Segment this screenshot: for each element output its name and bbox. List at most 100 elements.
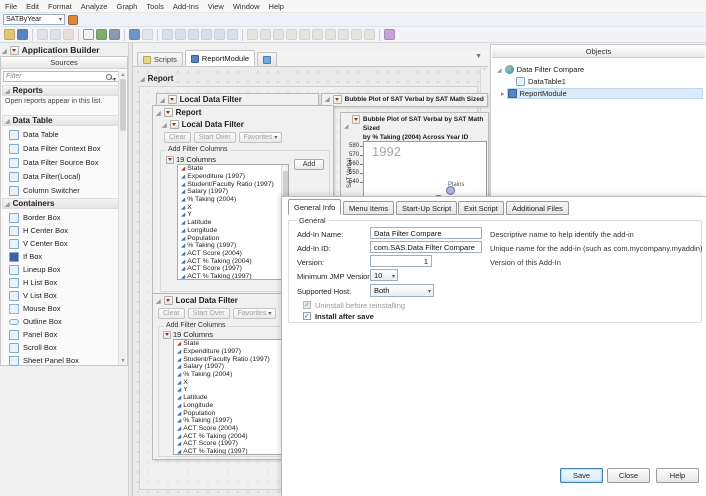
red-triangle-menu-icon[interactable] [352,115,360,124]
sidebar-item-data-table[interactable]: Data Table [9,128,119,141]
start-over-button[interactable]: Start Over [188,308,230,319]
tab-report-module[interactable]: ReportModule [185,50,255,66]
disclosure-icon[interactable] [325,96,330,103]
list-item[interactable]: Student/Faculty Ratio (1997) [178,180,288,188]
list-item[interactable]: Student/Faculty Ratio (1997) [174,355,292,363]
sidebar-item-outline-box[interactable]: Outline Box [9,315,119,328]
help-tool-icon[interactable] [384,29,395,40]
add-button[interactable]: Add [294,159,324,170]
list-item[interactable]: ACT Score (2004) [178,250,288,258]
tree-item-report-module[interactable]: ReportModule [501,88,567,99]
scroll-up-icon[interactable]: ▲ [120,72,126,78]
list-item[interactable]: Salary (1997) [178,188,288,196]
menu-file[interactable]: File [5,2,17,11]
addin-id-field[interactable]: com.SAS.Data Filter Compare [370,241,482,253]
preferences-icon[interactable] [109,29,120,40]
help-button[interactable]: Help [656,468,699,483]
red-triangle-menu-icon[interactable] [333,95,342,104]
sidebar-item-panel-box[interactable]: Panel Box [9,328,119,341]
section-containers[interactable]: Containers [2,198,119,209]
clear-button[interactable]: Clear [158,308,185,319]
bubble-plains[interactable] [446,186,455,195]
install-after-save-checkbox[interactable] [303,312,311,320]
disclosure-icon[interactable] [5,86,10,95]
disclosure-icon[interactable] [5,199,10,208]
section-data-table[interactable]: Data Table [2,115,119,126]
list-item[interactable]: ACT % Taking (2004) [178,257,288,265]
menu-graph[interactable]: Graph [116,2,137,11]
red-triangle-menu-icon[interactable] [170,120,179,129]
tab-scripts[interactable]: Scripts [137,52,183,66]
disclosure-icon[interactable] [160,95,165,104]
script-selector-combo[interactable]: SATByYear [3,14,65,25]
list-item[interactable]: ACT Score (1997) [178,265,288,273]
red-triangle-menu-icon[interactable] [164,108,173,117]
list-item[interactable]: Y [174,386,292,394]
local-data-filter-window[interactable]: Local Data Filter Clear Start Over Favor… [152,293,300,460]
tree-item-datatable1[interactable]: DataTable1 [516,76,566,87]
menu-format[interactable]: Format [48,2,72,11]
list-item[interactable]: Latitude [174,394,292,402]
menu-view[interactable]: View [208,2,224,11]
start-over-button[interactable]: Start Over [194,132,236,143]
tab-general-info[interactable]: General Info [288,199,341,215]
disclosure-icon[interactable] [2,45,7,55]
list-item[interactable]: % Taking (2004) [178,196,288,204]
menu-window[interactable]: Window [233,2,260,11]
disclosure-icon[interactable] [162,120,167,129]
sidebar-item-border-box[interactable]: Border Box [9,211,119,224]
sidebar-item-v-list-box[interactable]: V List Box [9,289,119,302]
version-field[interactable]: 1 [370,255,432,267]
tab-menu-items[interactable]: Menu Items [343,201,394,215]
save-icon[interactable] [17,29,28,40]
tab-start-up-script[interactable]: Start-Up Script [396,201,457,215]
list-item[interactable]: ACT Score (1997) [174,440,292,448]
sidebar-item-v-center-box[interactable]: V Center Box [9,237,119,250]
list-item[interactable]: Salary (1997) [174,363,292,371]
close-button[interactable]: Close [607,468,650,483]
sidebar-item-data-filter-context-box[interactable]: Data Filter Context Box [9,142,119,155]
save-button[interactable]: Save [560,468,603,483]
tab-additional-files[interactable]: Additional Files [506,201,569,215]
red-triangle-menu-icon[interactable] [10,46,19,55]
list-item[interactable]: % Taking (2004) [174,371,292,379]
auto-hide-pin-icon[interactable]: ▼ [475,53,482,60]
list-item[interactable]: State [174,340,292,348]
objects-panel-header[interactable]: Objects [492,46,705,58]
tab-new-module[interactable] [257,52,277,66]
favorites-button[interactable]: Favorites [239,132,283,143]
sidebar-item-column-switcher[interactable]: Column Switcher [9,184,119,197]
sidebar-item-if-box[interactable]: If Box [9,250,119,263]
list-item[interactable]: Population [178,234,288,242]
list-item[interactable]: Population [174,409,292,417]
list-item[interactable]: Longitude [178,227,288,235]
tree-item-data-filter-compare[interactable]: Data Filter Compare [497,64,584,75]
red-triangle-menu-icon[interactable] [166,156,174,164]
menu-edit[interactable]: Edit [26,2,39,11]
list-item[interactable]: X [174,378,292,386]
sources-panel-header[interactable]: Sources [1,57,127,69]
red-triangle-menu-icon[interactable] [168,95,177,104]
expand-icon[interactable] [501,89,505,98]
run-addin-icon[interactable] [68,15,78,25]
disclosure-icon[interactable] [5,116,10,125]
min-jmp-version-combo[interactable]: 10 [370,269,398,281]
disclosure-icon[interactable] [140,74,145,83]
list-item[interactable]: Expenditure (1997) [174,348,292,356]
supported-host-combo[interactable]: Both [370,284,434,297]
sidebar-item-data-filter-local[interactable]: Data Filter(Local) [9,170,119,183]
menu-analyze[interactable]: Analyze [81,2,108,11]
menu-add-ins[interactable]: Add-Ins [173,2,199,11]
clear-button[interactable]: Clear [164,132,191,143]
journal-icon[interactable] [83,29,94,40]
tab-exit-script[interactable]: Exit Script [458,201,504,215]
filter-columns-list[interactable]: State Expenditure (1997) Student/Faculty… [177,164,289,280]
sidebar-item-lineup-box[interactable]: Lineup Box [9,263,119,276]
list-item[interactable]: % Taking (1997) [174,417,292,425]
sidebar-item-scroll-box[interactable]: Scroll Box [9,341,119,354]
list-item[interactable]: State [178,165,288,173]
sidebar-item-h-list-box[interactable]: H List Box [9,276,119,289]
list-item[interactable]: Longitude [174,402,292,410]
background-bubble-plot-header[interactable]: Bubble Plot of SAT Verbal by SAT Math Si… [321,93,488,107]
sidebar-item-data-filter-source-box[interactable]: Data Filter Source Box [9,156,119,169]
